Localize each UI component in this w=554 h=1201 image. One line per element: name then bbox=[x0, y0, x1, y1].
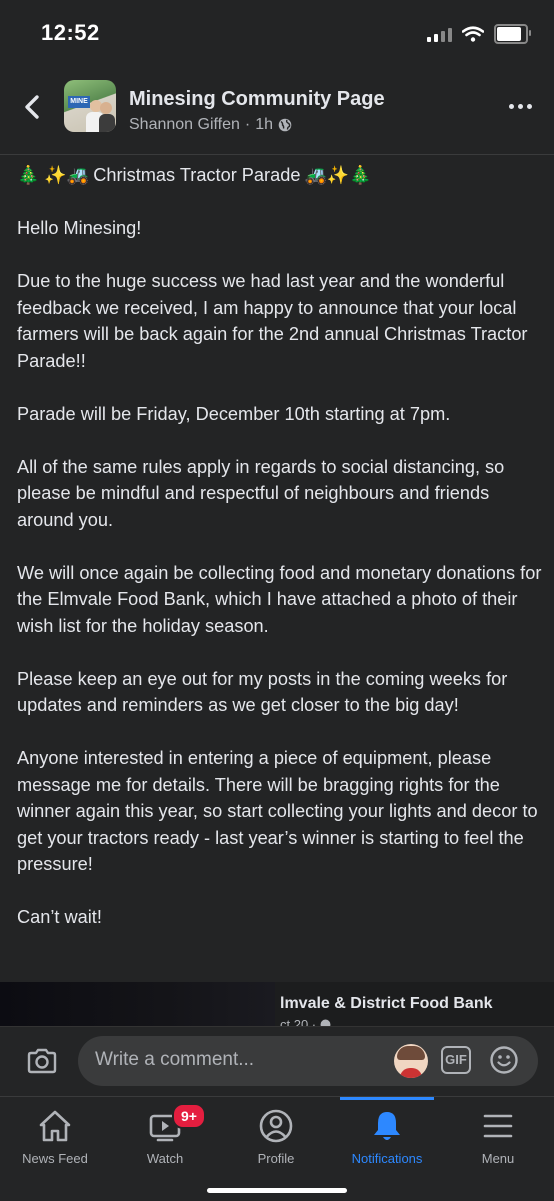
post-time[interactable]: 1h bbox=[255, 116, 273, 134]
shared-post-preview[interactable]: lmvale & District Food Bank ct 20 · bbox=[0, 982, 554, 1026]
tab-label: Profile bbox=[257, 1151, 295, 1166]
bottom-tab-bar: News Feed 9+ Watch Profile Notifications… bbox=[0, 1096, 554, 1201]
profile-icon bbox=[259, 1109, 293, 1143]
menu-icon bbox=[483, 1114, 513, 1138]
gif-icon[interactable]: GIF bbox=[441, 1046, 471, 1074]
battery-level bbox=[497, 27, 521, 41]
meta-separator: · bbox=[244, 116, 251, 133]
page-avatar[interactable]: MINE bbox=[64, 80, 116, 132]
shared-post-image[interactable] bbox=[0, 982, 275, 1026]
back-arrow-icon[interactable] bbox=[20, 92, 46, 122]
cellular-signal-icon bbox=[427, 26, 452, 42]
wifi-icon bbox=[462, 26, 484, 42]
avatar-sign-text: MINE bbox=[68, 96, 90, 108]
title-lead-emojis: 🎄 ✨🚜 bbox=[17, 165, 90, 185]
tab-profile[interactable]: Profile bbox=[221, 1097, 331, 1201]
title-text: Christmas Tractor Parade bbox=[93, 165, 301, 185]
post-header: MINE Minesing Community Page Shannon Gif… bbox=[0, 70, 554, 155]
status-time: 12:52 bbox=[41, 20, 100, 45]
status-icons bbox=[427, 24, 531, 44]
tab-label: Watch bbox=[146, 1151, 184, 1166]
comment-bar: Write a comment... GIF bbox=[0, 1026, 554, 1097]
shared-post-title[interactable]: lmvale & District Food Bank bbox=[280, 995, 493, 1013]
post-body: 🎄 ✨🚜 Christmas Tractor Parade 🚜✨🎄 Hello … bbox=[17, 162, 542, 957]
globe-icon bbox=[320, 1019, 331, 1026]
tab-notifications[interactable]: Notifications bbox=[332, 1097, 442, 1201]
post-paragraph: Please keep an eye out for my posts in t… bbox=[17, 668, 508, 716]
title-trail-emojis: 🚜✨🎄 bbox=[304, 165, 372, 185]
watch-badge: 9+ bbox=[172, 1103, 206, 1129]
post-paragraph: All of the same rules apply in regards t… bbox=[17, 456, 505, 530]
post-title: 🎄 ✨🚜 Christmas Tractor Parade 🚜✨🎄 bbox=[17, 162, 542, 189]
tab-news-feed[interactable]: News Feed bbox=[0, 1097, 110, 1201]
bell-icon bbox=[374, 1112, 400, 1140]
tab-watch[interactable]: 9+ Watch bbox=[110, 1097, 220, 1201]
more-options-icon[interactable] bbox=[509, 104, 532, 109]
page-name[interactable]: Minesing Community Page bbox=[129, 88, 385, 111]
globe-icon bbox=[278, 118, 292, 132]
shared-post-date: ct 20 · bbox=[280, 1017, 320, 1026]
post-paragraph: Can’t wait! bbox=[17, 907, 102, 927]
active-tab-indicator bbox=[340, 1097, 434, 1100]
post-meta: Shannon Giffen · 1h bbox=[129, 116, 292, 134]
tab-menu[interactable]: Menu bbox=[443, 1097, 553, 1201]
post-paragraph: Hello Minesing! bbox=[17, 218, 142, 238]
author-name[interactable]: Shannon Giffen bbox=[129, 116, 240, 134]
tab-label: Notifications bbox=[351, 1151, 423, 1166]
status-bar: 12:52 bbox=[0, 0, 554, 62]
avatar-sticker-icon[interactable] bbox=[394, 1044, 428, 1078]
shared-post-subtitle: ct 20 · bbox=[280, 1017, 331, 1026]
post-paragraph: Due to the huge success we had last year… bbox=[17, 271, 528, 371]
emoji-icon[interactable] bbox=[489, 1045, 519, 1075]
post-paragraph: Parade will be Friday, December 10th sta… bbox=[17, 403, 451, 424]
tab-label: News Feed bbox=[22, 1151, 88, 1166]
home-indicator bbox=[207, 1188, 347, 1193]
camera-icon[interactable] bbox=[26, 1047, 58, 1075]
battery-icon bbox=[494, 24, 531, 44]
tab-label: Menu bbox=[481, 1151, 515, 1166]
post-paragraph: We will once again be collecting food an… bbox=[17, 562, 542, 636]
home-icon bbox=[39, 1110, 71, 1142]
comment-input[interactable]: Write a comment... GIF bbox=[78, 1036, 538, 1086]
post-paragraph: Anyone interested in entering a piece of… bbox=[17, 748, 538, 874]
comment-placeholder: Write a comment... bbox=[95, 1049, 255, 1070]
